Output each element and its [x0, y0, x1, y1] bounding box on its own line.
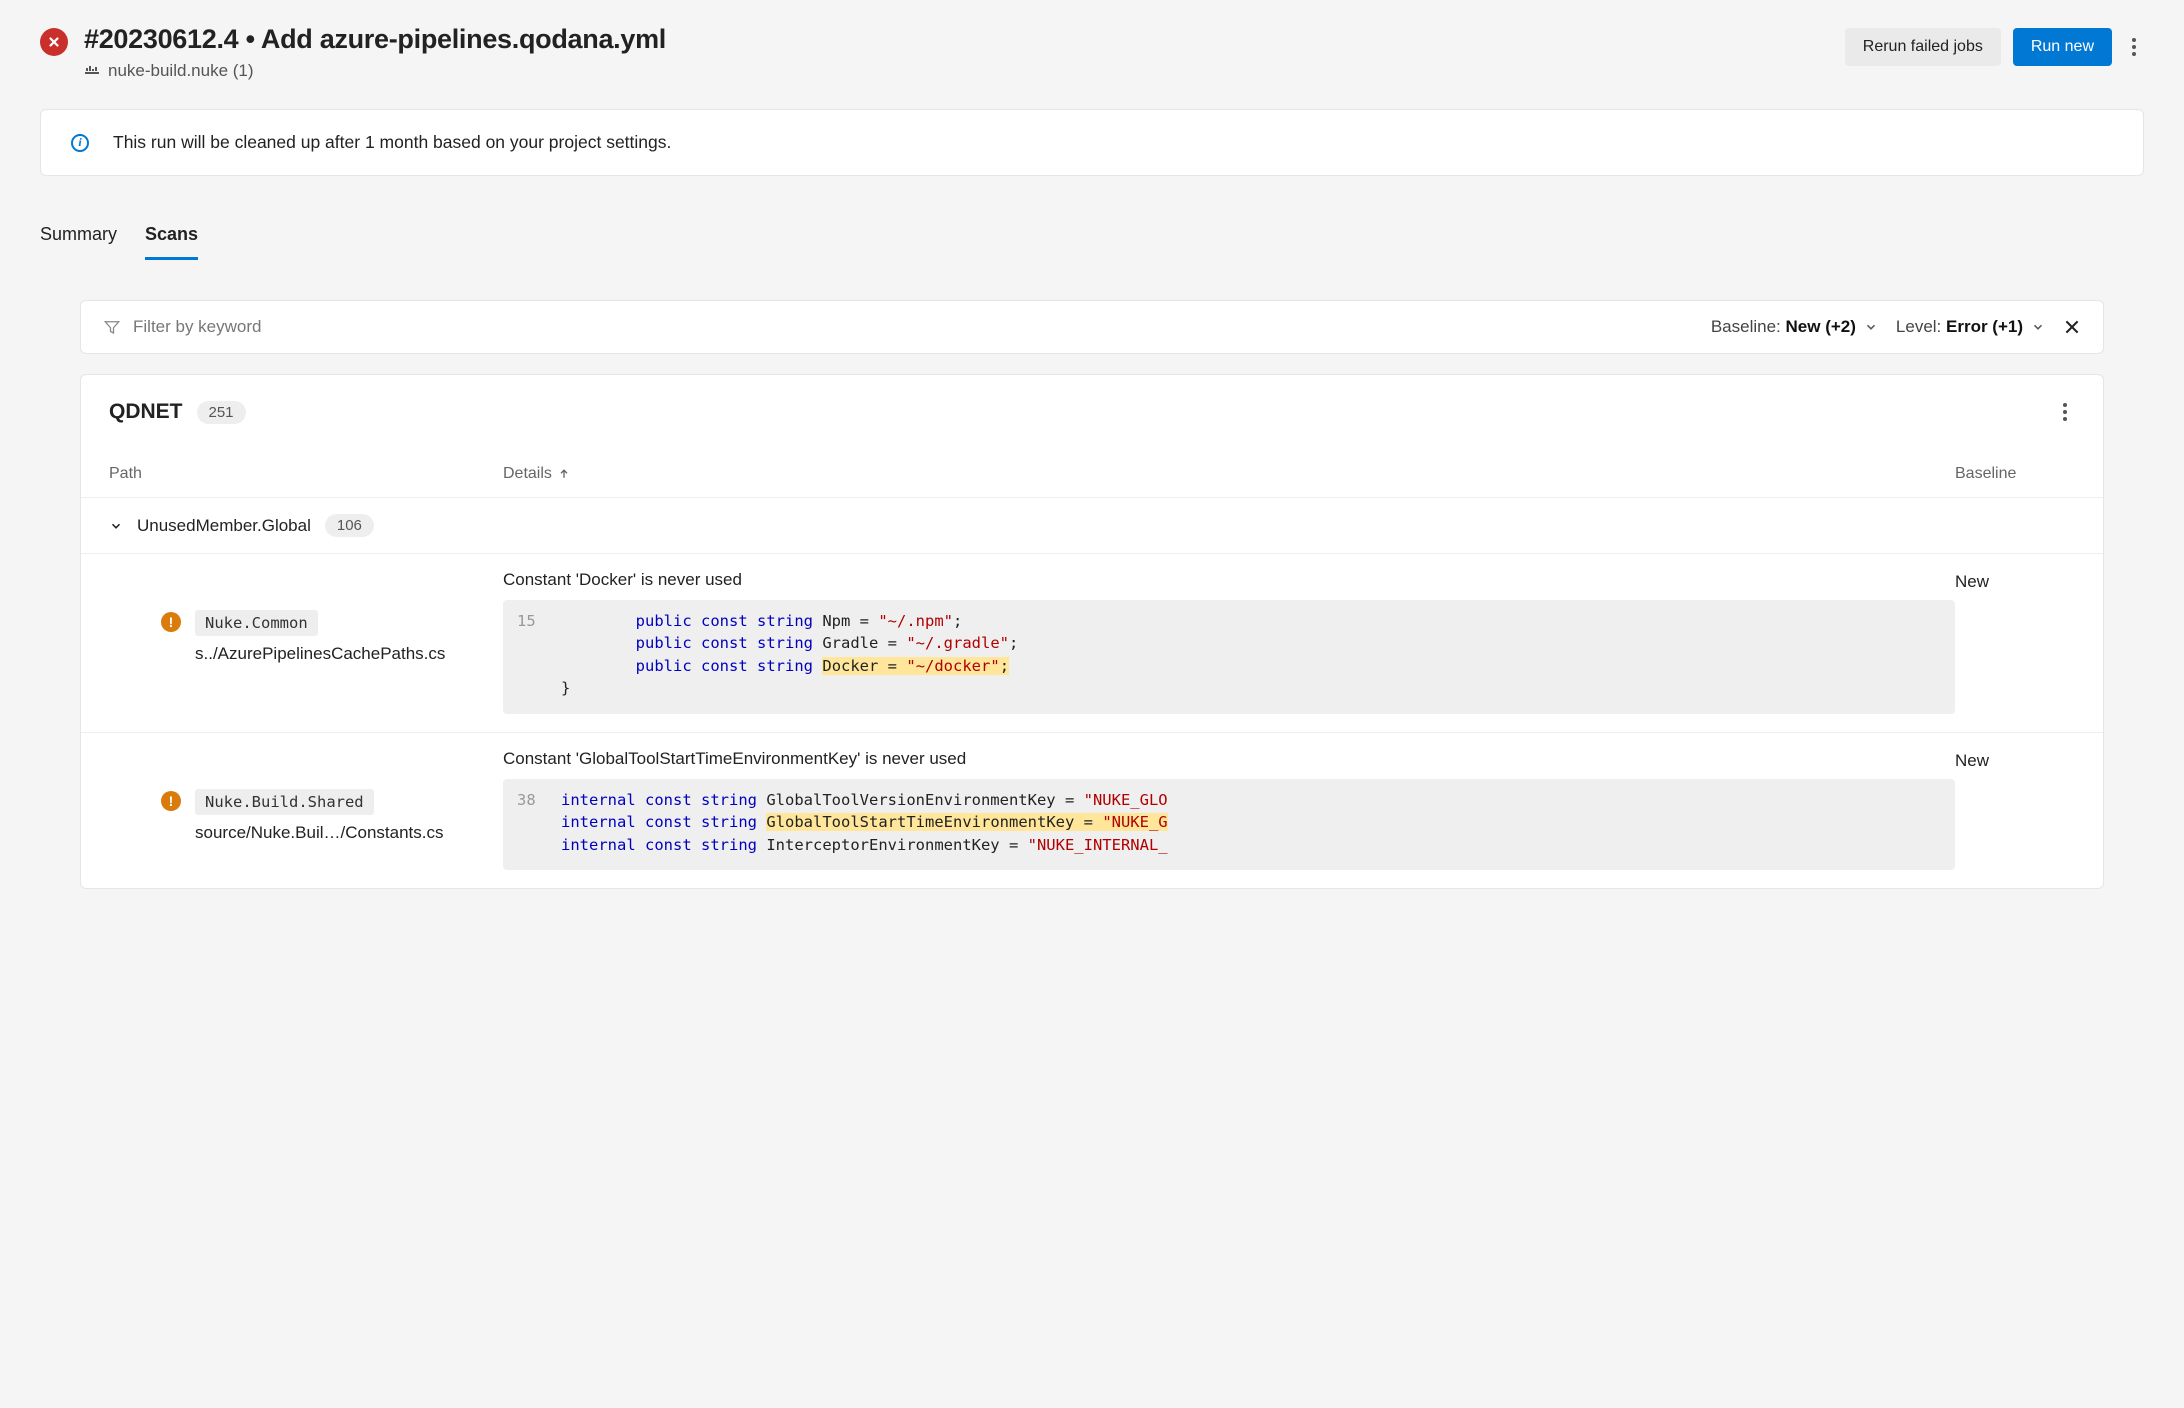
rerun-failed-button[interactable]: Rerun failed jobs — [1845, 28, 2001, 66]
severity-warning-icon: ! — [161, 612, 181, 632]
scan-more-button[interactable] — [2055, 395, 2075, 429]
baseline-filter[interactable]: Baseline: New (+2) — [1711, 317, 1878, 337]
col-path-header[interactable]: Path — [109, 465, 503, 483]
issues-table-header: Path Details Baseline — [81, 449, 2103, 497]
run-title: #20230612.4 • Add azure-pipelines.qodana… — [84, 24, 1829, 55]
code-snippet: 38internal const string GlobalToolVersio… — [503, 779, 1955, 870]
module-badge: Nuke.Common — [195, 610, 318, 636]
issue-title: Constant 'GlobalToolStartTimeEnvironment… — [503, 749, 1955, 769]
issue-row[interactable]: ! Nuke.Build.Shared source/Nuke.Buil…/Cons… — [81, 732, 2103, 888]
line-number: 15 — [517, 610, 541, 700]
issue-title: Constant 'Docker' is never used — [503, 570, 1955, 590]
level-filter[interactable]: Level: Error (+1) — [1896, 317, 2045, 337]
run-header: #20230612.4 • Add azure-pipelines.qodana… — [40, 24, 2144, 81]
file-path: source/Nuke.Buil…/Constants.cs — [195, 823, 444, 843]
filter-keyword-input[interactable] — [133, 317, 1693, 337]
tab-scans[interactable]: Scans — [145, 212, 198, 260]
retention-banner: i This run will be cleaned up after 1 mo… — [40, 109, 2144, 176]
file-path: s../AzurePipelinesCachePaths.cs — [195, 644, 445, 664]
repo-icon — [84, 63, 100, 79]
tab-summary[interactable]: Summary — [40, 212, 117, 260]
repo-name: nuke-build.nuke (1) — [108, 61, 254, 81]
retention-text: This run will be cleaned up after 1 mont… — [113, 132, 671, 153]
chevron-down-icon — [109, 519, 123, 533]
line-number: 38 — [517, 789, 541, 856]
run-new-button[interactable]: Run new — [2013, 28, 2112, 66]
clear-filters-icon[interactable] — [2063, 318, 2081, 336]
info-icon: i — [71, 134, 89, 152]
issue-group-row[interactable]: UnusedMember.Global 106 — [81, 497, 2103, 553]
filter-icon — [103, 318, 121, 336]
col-baseline-header[interactable]: Baseline — [1955, 465, 2075, 483]
sort-ascending-icon — [558, 468, 570, 480]
scan-name: QDNET — [109, 400, 183, 424]
severity-warning-icon: ! — [161, 791, 181, 811]
group-count-badge: 106 — [325, 514, 374, 537]
baseline-status: New — [1955, 570, 2075, 714]
module-badge: Nuke.Build.Shared — [195, 789, 374, 815]
group-name: UnusedMember.Global — [137, 516, 311, 536]
scan-count-badge: 251 — [197, 401, 246, 424]
chevron-down-icon — [2031, 320, 2045, 334]
filter-bar: Baseline: New (+2) Level: Error (+1) — [80, 300, 2104, 354]
baseline-status: New — [1955, 749, 2075, 870]
run-more-button[interactable] — [2124, 30, 2144, 64]
col-details-header[interactable]: Details — [503, 465, 1955, 483]
code-snippet: 15 public const string Npm = "~/.npm"; p… — [503, 600, 1955, 714]
run-tabs: Summary Scans — [40, 212, 2144, 260]
issue-row[interactable]: ! Nuke.Common s../AzurePipelinesCachePaths… — [81, 553, 2103, 732]
status-failed-icon — [40, 28, 68, 56]
scan-card: QDNET 251 Path Details Baseline UnusedMe… — [80, 374, 2104, 889]
chevron-down-icon — [1864, 320, 1878, 334]
